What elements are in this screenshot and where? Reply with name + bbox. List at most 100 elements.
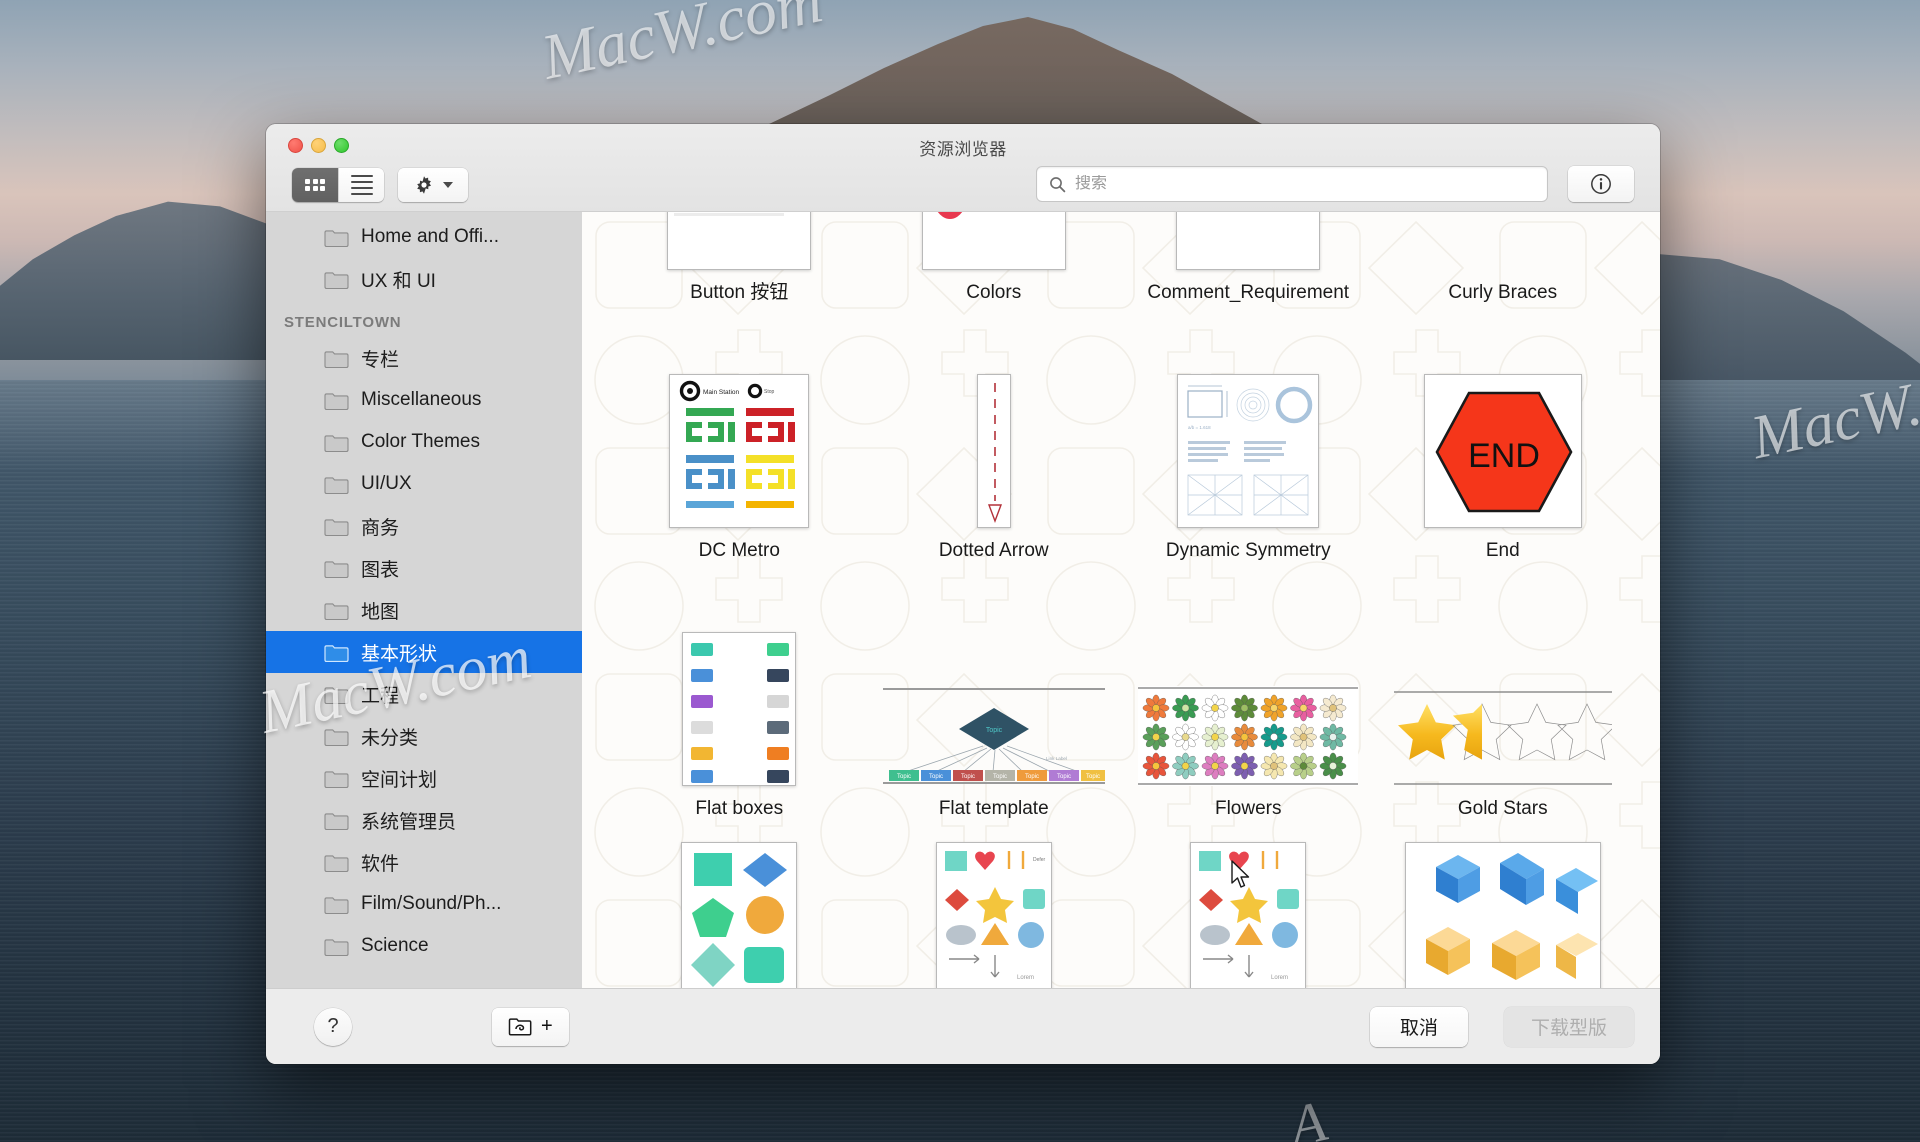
sidebar-item[interactable]: 空间计划 <box>266 757 582 799</box>
stencil-thumbnail-3d-blocks <box>1404 842 1601 988</box>
sidebar-item[interactable]: 工程 <box>266 673 582 715</box>
list-view-button[interactable] <box>338 168 384 202</box>
svg-text:Topic: Topic <box>1025 774 1039 780</box>
window-body: Home and Offi... UX 和 UI STENCILTOWN 专栏 M… <box>266 212 1660 988</box>
folder-icon <box>324 228 349 247</box>
folder-icon <box>324 811 349 830</box>
sidebar-item[interactable]: 专栏 <box>266 337 582 379</box>
folder-icon <box>324 475 349 494</box>
svg-text:Lorem: Lorem <box>1017 975 1034 981</box>
sidebar-item[interactable]: Science <box>266 925 582 967</box>
window-title: 资源浏览器 <box>919 140 1007 159</box>
sidebar-item[interactable]: Film/Sound/Ph... <box>266 883 582 925</box>
info-button[interactable] <box>1568 166 1634 202</box>
help-button[interactable]: ? <box>314 1007 352 1046</box>
stencil-item[interactable]: Lorem <box>1121 828 1376 988</box>
svg-text:END: END <box>1468 437 1540 475</box>
stencil-label: Flowers <box>1214 798 1282 819</box>
stencil-thumbnail-container <box>976 374 1011 528</box>
info-circle-icon <box>1591 174 1611 194</box>
download-template-button: 下载型版 <box>1504 1006 1634 1047</box>
stencil-item[interactable]: Dotted Arrow <box>867 312 1122 570</box>
stencil-item[interactable]: Flowers <box>1121 570 1376 828</box>
add-folder-button[interactable]: + <box>492 1007 569 1046</box>
stencil-item[interactable]: Gold Stars <box>1376 570 1631 828</box>
sidebar-item[interactable]: 地图 <box>266 589 582 631</box>
sidebar-item-home-and-office[interactable]: Home and Offi... <box>266 216 582 258</box>
stencil-thumbnail-dynamic-symmetry: a/b = 1.618 <box>1177 374 1320 528</box>
sidebar-item[interactable]: 商务 <box>266 505 582 547</box>
sidebar-item[interactable]: 未分类 <box>266 715 582 757</box>
stencil-thumbnail-container <box>682 632 797 786</box>
stencil-thumbnail-dc-metro: Main Station Stop <box>669 374 810 528</box>
folder-icon <box>324 937 349 956</box>
sidebar[interactable]: Home and Offi... UX 和 UI STENCILTOWN 专栏 M… <box>266 212 582 988</box>
sidebar-item-label: 地图 <box>361 601 400 623</box>
grid-view-button[interactable] <box>292 168 338 202</box>
view-mode-segmented-control[interactable] <box>292 168 384 202</box>
sidebar-item-label: 工程 <box>361 685 400 707</box>
stencil-thumbnail-shapes-b: Defer Lorem <box>935 842 1052 988</box>
stencil-item[interactable]: Comment_Requirement <box>1121 212 1376 312</box>
stencil-label: Dynamic Symmetry <box>1165 540 1331 561</box>
search-icon <box>1050 176 1066 192</box>
folder-icon <box>324 517 349 536</box>
stencil-label: Flat template <box>938 798 1049 819</box>
stencil-item[interactable]: Button 按钮 <box>612 212 867 312</box>
folder-icon <box>324 895 349 914</box>
sidebar-item-ux-and-ui[interactable]: UX 和 UI <box>266 258 582 300</box>
stencil-item[interactable]: Colors <box>867 212 1122 312</box>
search-field[interactable] <box>1036 166 1548 202</box>
stencil-thumbnail-flat-template: Topic Link Label Topic Topic Topic Topic… <box>882 686 1105 786</box>
stencil-item[interactable]: Topic Link Label Topic Topic Topic Topic… <box>867 570 1122 828</box>
sidebar-item[interactable]: Color Themes <box>266 421 582 463</box>
gear-icon <box>416 176 431 194</box>
folder-icon <box>324 727 349 746</box>
stencil-label: Comment_Requirement <box>1147 282 1350 303</box>
stencil-label: Curly Braces <box>1448 282 1558 303</box>
svg-text:Defer: Defer <box>1033 857 1046 863</box>
stencil-item[interactable]: Flat boxes <box>612 570 867 828</box>
stencil-thumbnail-container <box>1404 842 1601 988</box>
folder-icon <box>324 391 349 410</box>
stencil-label: DC Metro <box>698 540 780 561</box>
stencil-item[interactable] <box>612 828 867 988</box>
stencil-item[interactable]: Curly Braces <box>1376 212 1631 312</box>
sidebar-item-label: Film/Sound/Ph... <box>361 893 502 914</box>
svg-text:Topic: Topic <box>929 774 943 780</box>
stencil-thumbnail-curly <box>1483 212 1523 270</box>
stencil-grid-panel[interactable]: Button 按钮 Colors Comment_Requirement Cur… <box>582 212 1660 988</box>
sidebar-item[interactable]: Miscellaneous <box>266 379 582 421</box>
watermark-top: MacW.com <box>535 0 828 93</box>
sidebar-item[interactable]: 图表 <box>266 547 582 589</box>
stencil-thumbnail-container: a/b = 1.618 <box>1177 374 1320 528</box>
stencil-item[interactable]: Main Station Stop DC Metro <box>612 312 867 570</box>
stencil-item[interactable]: a/b = 1.618 Dynamic Symmetry <box>1121 312 1376 570</box>
stencil-thumbnail-container: Topic Link Label Topic Topic Topic Topic… <box>882 686 1105 786</box>
sidebar-item[interactable]: 基本形状 <box>266 631 582 673</box>
chevron-down-icon <box>442 182 453 188</box>
folder-icon <box>324 433 349 452</box>
folder-icon <box>324 769 349 788</box>
folder-icon <box>324 559 349 578</box>
sidebar-item-label: Miscellaneous <box>361 389 482 410</box>
stencil-item[interactable]: Defer Lorem <box>867 828 1122 988</box>
stencil-row-partial: Button 按钮 Colors Comment_Requirement Cur… <box>612 212 1630 312</box>
svg-text:Link Label: Link Label <box>1046 756 1067 761</box>
sidebar-item[interactable]: 软件 <box>266 841 582 883</box>
sidebar-item[interactable]: UI/UX <box>266 463 582 505</box>
svg-text:Topic: Topic <box>993 774 1007 780</box>
stencil-item[interactable]: END End <box>1376 312 1631 570</box>
sidebar-list[interactable]: 专栏 Miscellaneous Color Themes UI/UX 商务 图表地图基本… <box>266 337 582 967</box>
folder-add-icon <box>508 1017 532 1036</box>
action-menu-button[interactable] <box>398 168 468 202</box>
search-input[interactable] <box>1075 175 1535 193</box>
sidebar-item[interactable]: 系统管理员 <box>266 799 582 841</box>
stencil-label: Colors <box>966 282 1022 303</box>
svg-text:Topic: Topic <box>1086 774 1100 780</box>
stencil-label: End <box>1485 540 1520 561</box>
stencil-thumbnail-shapes-a <box>681 842 798 988</box>
toolbar <box>266 158 1660 212</box>
cancel-button[interactable]: 取消 <box>1370 1006 1468 1047</box>
stencil-item[interactable] <box>1376 828 1631 988</box>
